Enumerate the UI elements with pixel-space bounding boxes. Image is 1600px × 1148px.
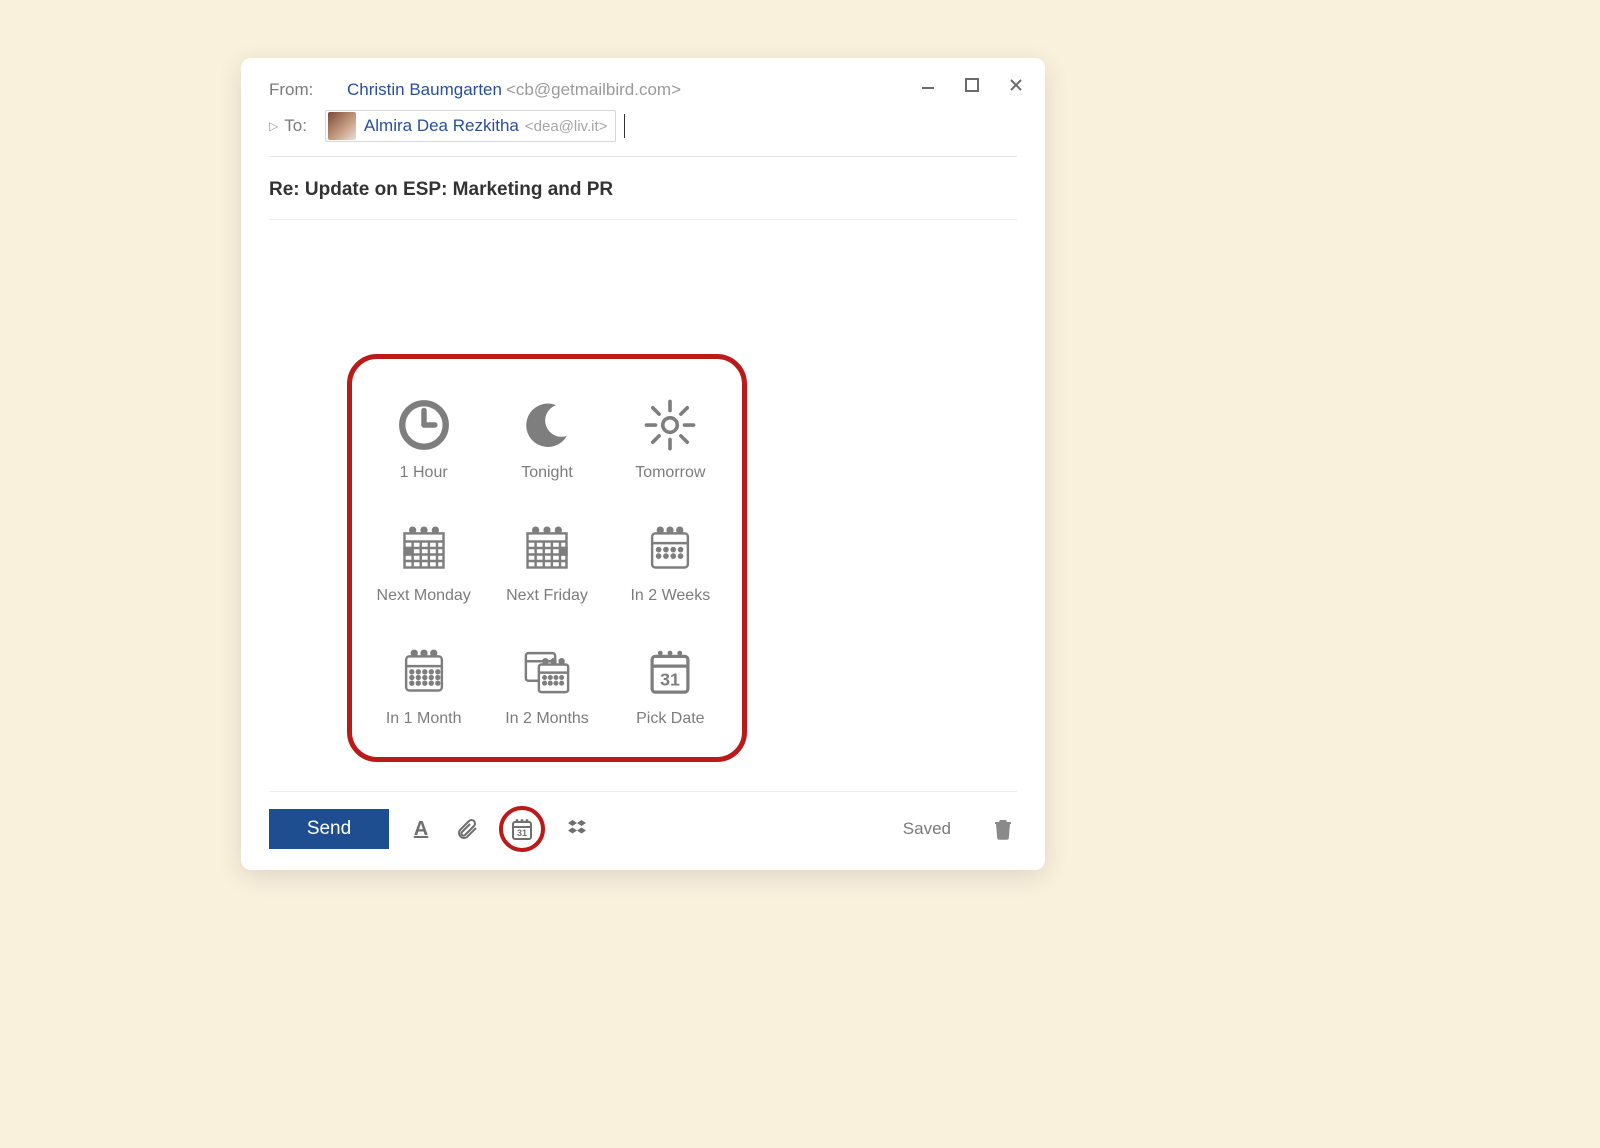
from-row: From: Christin Baumgarten <cb@getmailbir… [269, 80, 1017, 100]
subject-line[interactable]: Re: Update on ESP: Marketing and PR [269, 157, 1017, 219]
schedule-send-highlight: 31 [499, 806, 545, 852]
snooze-tomorrow[interactable]: Tomorrow [609, 377, 732, 500]
minimize-button[interactable] [921, 76, 935, 97]
schedule-send-icon[interactable]: 31 [508, 815, 536, 843]
snooze-1-month[interactable]: In 1 Month [362, 624, 485, 747]
to-row: ▷ To: Almira Dea Rezkitha <dea@liv.it> [269, 110, 1017, 156]
trash-icon[interactable] [989, 815, 1017, 843]
recipient-email: <dea@liv.it> [525, 118, 608, 135]
snooze-popup: 1 Hour Tonight [347, 354, 747, 762]
send-button[interactable]: Send [269, 809, 389, 849]
dropbox-icon[interactable] [563, 815, 591, 843]
expand-recipients-icon[interactable]: ▷ [269, 119, 278, 133]
from-label: From: [269, 80, 329, 100]
recipient-name: Almira Dea Rezkitha [364, 116, 519, 136]
snooze-2-months[interactable]: In 2 Months [485, 624, 608, 747]
avatar [328, 112, 356, 140]
snooze-2-weeks[interactable]: In 2 Weeks [609, 500, 732, 623]
attachment-icon[interactable] [453, 815, 481, 843]
maximize-button[interactable] [965, 76, 979, 97]
calendar-2weeks-icon [641, 519, 699, 577]
sun-icon [641, 396, 699, 454]
snooze-1-hour[interactable]: 1 Hour [362, 377, 485, 500]
svg-text:31: 31 [660, 670, 680, 690]
format-text-icon[interactable]: A [407, 815, 435, 843]
save-status: Saved [903, 819, 951, 839]
calendar-1month-icon [395, 642, 453, 700]
snooze-next-friday[interactable]: Next Friday [485, 500, 608, 623]
svg-text:31: 31 [517, 828, 527, 838]
snooze-tonight[interactable]: Tonight [485, 377, 608, 500]
snooze-pick-date[interactable]: 31 Pick Date [609, 624, 732, 747]
close-button[interactable] [1009, 76, 1023, 97]
compose-window: From: Christin Baumgarten <cb@getmailbir… [241, 58, 1045, 870]
clock-icon [395, 396, 453, 454]
calendar-monday-icon [395, 519, 453, 577]
email-body[interactable]: 1 Hour Tonight [269, 220, 1017, 791]
text-caret [624, 114, 625, 138]
calendar-pick-date-icon: 31 [641, 642, 699, 700]
from-name[interactable]: Christin Baumgarten [347, 80, 502, 100]
to-label: To: [284, 116, 307, 136]
recipient-chip[interactable]: Almira Dea Rezkitha <dea@liv.it> [325, 110, 616, 142]
calendar-2months-icon [518, 642, 576, 700]
snooze-next-monday[interactable]: Next Monday [362, 500, 485, 623]
calendar-friday-icon [518, 519, 576, 577]
window-controls [921, 76, 1023, 97]
moon-icon [518, 396, 576, 454]
from-email: <cb@getmailbird.com> [506, 80, 681, 100]
bottom-toolbar: Send A 31 Saved [269, 792, 1017, 852]
